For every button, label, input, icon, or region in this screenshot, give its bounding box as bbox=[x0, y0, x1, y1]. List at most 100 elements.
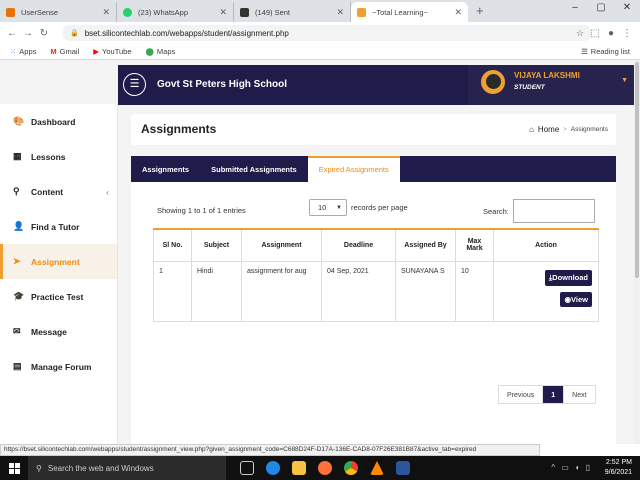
column-header[interactable]: Max Mark bbox=[455, 228, 494, 262]
page-1-button[interactable]: 1 bbox=[543, 386, 565, 403]
reload-icon[interactable]: ↻ bbox=[36, 28, 52, 39]
maps-pin-icon: ⬤ bbox=[145, 47, 154, 56]
mail-favicon-icon bbox=[240, 7, 249, 17]
browser-tab-sent[interactable]: (149) Sent ✕ bbox=[234, 2, 351, 22]
browser-tab-whatsapp[interactable]: (23) WhatsApp ✕ bbox=[117, 2, 234, 22]
bookmarks-bar: ⁙ Apps M Gmail ▶ YouTube ⬤ Maps ☰ Reading lis… bbox=[0, 44, 640, 60]
tab-assignments[interactable]: Assignments bbox=[131, 156, 200, 182]
extensions-icon[interactable]: ⬚ bbox=[591, 28, 600, 39]
records-per-page-label: records per page bbox=[351, 203, 408, 212]
sidebar-item-label: Assignment bbox=[31, 256, 80, 267]
edge-icon[interactable] bbox=[266, 461, 280, 475]
bookmark-star-icon[interactable]: ☆ bbox=[576, 28, 584, 39]
browser-actions: ⬚ ● ⋮ bbox=[591, 28, 633, 39]
user-menu[interactable]: VIJAYA LAKSHMI STUDENT ▼ bbox=[468, 65, 634, 105]
bookmark-maps[interactable]: ⬤ Maps bbox=[146, 47, 176, 56]
cell-action: ⤓Download ◉View bbox=[493, 260, 599, 322]
network-icon[interactable]: ▭ bbox=[561, 463, 569, 472]
table-row: 1 Hindi assignment for aug 04 Sep, 2021 … bbox=[153, 260, 599, 322]
bookmark-youtube[interactable]: ▶ YouTube bbox=[93, 47, 131, 56]
tab-expired-assignments[interactable]: Expired Assignments bbox=[307, 156, 400, 182]
sidebar-item-label: Practice Test bbox=[31, 291, 84, 302]
close-tab-icon[interactable]: ✕ bbox=[102, 7, 110, 18]
breadcrumb-home-link[interactable]: Home bbox=[538, 125, 559, 134]
app-header: ☰ Govt St Peters High School VIJAYA LAKS… bbox=[118, 65, 634, 105]
file-explorer-icon[interactable] bbox=[292, 461, 306, 475]
previous-page-button[interactable]: Previous bbox=[499, 386, 544, 403]
task-view-icon[interactable] bbox=[240, 461, 254, 475]
bookmark-apps[interactable]: ⁙ Apps bbox=[10, 47, 36, 56]
scrollbar-thumb[interactable] bbox=[635, 62, 639, 278]
sidebar-item-practice-test[interactable]: 🎓 Practice Test bbox=[0, 279, 117, 314]
profile-icon[interactable]: ● bbox=[608, 28, 614, 39]
browser-tab-total-learning[interactable]: ~Total Learning~ ✕ bbox=[351, 2, 468, 22]
column-header[interactable]: Assignment bbox=[241, 228, 322, 262]
table-search: Search: bbox=[483, 199, 595, 223]
page-title: Assignments bbox=[141, 122, 217, 136]
breadcrumb-current: Assignments bbox=[570, 126, 608, 133]
assignments-card: Assignments Submitted Assignments Expire… bbox=[131, 156, 616, 444]
assignments-table: Sl No. Subject Assignment Deadline Assig… bbox=[153, 228, 599, 322]
volume-icon[interactable]: ◖ bbox=[575, 463, 580, 472]
sidebar-item-lessons[interactable]: ▦ Lessons bbox=[0, 139, 117, 174]
tab-label: (149) Sent bbox=[255, 7, 291, 17]
browser-tab-usersense[interactable]: UserSense ✕ bbox=[0, 2, 117, 22]
tab-submitted-assignments[interactable]: Submitted Assignments bbox=[200, 156, 308, 182]
clock[interactable]: 2:52 PM 9/6/2021 bbox=[605, 458, 632, 478]
reading-list-icon: ☰ bbox=[581, 47, 588, 56]
chevron-up-icon[interactable]: ^ bbox=[551, 463, 555, 472]
page-scrollbar[interactable] bbox=[634, 60, 640, 444]
taskbar-search[interactable]: ⚲ Search the web and Windows bbox=[28, 456, 226, 480]
table-header-row: Sl No. Subject Assignment Deadline Assig… bbox=[153, 228, 599, 262]
tab-label: ~Total Learning~ bbox=[372, 7, 428, 17]
bookmark-gmail[interactable]: M Gmail bbox=[50, 47, 79, 56]
word-icon[interactable] bbox=[396, 461, 410, 475]
sidebar-item-message[interactable]: ✉ Message bbox=[0, 314, 117, 349]
taskbar-search-placeholder: Search the web and Windows bbox=[47, 463, 154, 473]
sidebar-item-manage-forum[interactable]: ▤ Manage Forum bbox=[0, 349, 117, 384]
forward-icon[interactable]: → bbox=[20, 28, 36, 39]
firefox-icon[interactable] bbox=[318, 461, 332, 475]
view-button[interactable]: ◉View bbox=[560, 291, 592, 307]
records-per-page-select[interactable]: 10 ▼ bbox=[309, 199, 347, 216]
maximize-icon[interactable]: ▢ bbox=[588, 2, 614, 13]
more-menu-icon[interactable]: ⋮ bbox=[622, 28, 632, 39]
chrome-icon[interactable] bbox=[344, 461, 358, 475]
search-icon: ⚲ bbox=[36, 463, 42, 473]
url-field[interactable]: 🔒 bset.silicontechlab.com/webapps/studen… bbox=[62, 25, 592, 41]
next-page-button[interactable]: Next bbox=[564, 386, 594, 403]
pagination: Previous 1 Next bbox=[498, 385, 596, 404]
sidebar-item-assignment[interactable]: ➤ Assignment bbox=[0, 244, 117, 279]
reading-list-button[interactable]: ☰ Reading list bbox=[581, 47, 630, 56]
system-tray: ^ ▭ ◖ ▯ bbox=[551, 463, 590, 472]
column-header[interactable]: Assigned By bbox=[395, 228, 456, 262]
sidebar-item-find-a-tutor[interactable]: 👤 Find a Tutor bbox=[0, 209, 117, 244]
youtube-icon: ▶ bbox=[93, 47, 100, 56]
breadcrumb: ⌂ Home > Assignments bbox=[529, 125, 608, 134]
column-header[interactable]: Deadline bbox=[321, 228, 396, 262]
close-tab-icon[interactable]: ✕ bbox=[219, 7, 227, 18]
bookmark-label: Apps bbox=[19, 47, 37, 56]
sidebar: 🎨 Dashboard ▦ Lessons ⚲ Content ‹ 👤 Find a Tu… bbox=[0, 104, 118, 444]
assignment-tabs: Assignments Submitted Assignments Expire… bbox=[131, 156, 616, 182]
bookmark-label: Gmail bbox=[59, 47, 80, 56]
close-tab-icon[interactable]: ✕ bbox=[454, 7, 462, 18]
sidebar-item-label: Lessons bbox=[31, 151, 66, 162]
minimize-icon[interactable]: – bbox=[562, 2, 588, 13]
column-header[interactable]: Sl No. bbox=[153, 228, 192, 262]
close-window-icon[interactable]: ✕ bbox=[614, 2, 640, 13]
download-button[interactable]: ⤓Download bbox=[544, 269, 592, 286]
back-icon[interactable]: ← bbox=[4, 28, 20, 39]
vlc-icon[interactable] bbox=[370, 461, 384, 475]
sidebar-item-content[interactable]: ⚲ Content ‹ bbox=[0, 174, 117, 209]
new-tab-icon[interactable]: + bbox=[476, 3, 484, 18]
search-input[interactable] bbox=[512, 199, 595, 223]
language-icon[interactable]: ▯ bbox=[586, 463, 590, 472]
sidebar-item-dashboard[interactable]: 🎨 Dashboard bbox=[0, 104, 117, 139]
sidebar-item-label: Find a Tutor bbox=[31, 221, 80, 232]
windows-logo-icon bbox=[8, 462, 20, 474]
column-header[interactable]: Subject bbox=[191, 228, 242, 262]
start-button[interactable] bbox=[0, 462, 28, 474]
hamburger-menu-icon[interactable]: ☰ bbox=[123, 73, 146, 96]
close-tab-icon[interactable]: ✕ bbox=[336, 7, 344, 18]
